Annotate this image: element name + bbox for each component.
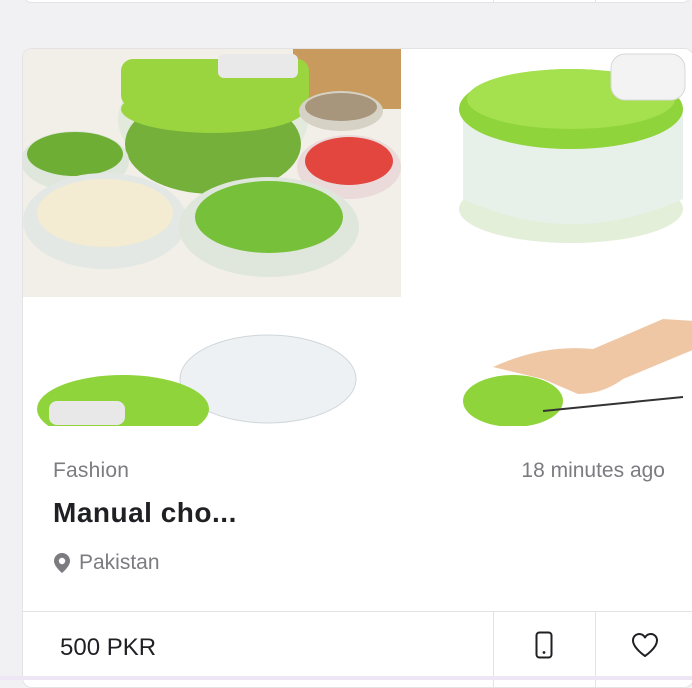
phone-icon (535, 631, 553, 664)
map-pin-icon (53, 552, 71, 574)
listing-title[interactable]: Manual cho... (53, 497, 237, 529)
listing-card[interactable]: Fashion 18 minutes ago Manual cho... Pak… (22, 48, 692, 688)
divider (493, 0, 494, 2)
heart-icon (631, 632, 659, 663)
location: Pakistan (53, 551, 160, 575)
favorite-button[interactable] (595, 612, 692, 682)
bottom-bar (0, 676, 692, 680)
posted-time: 18 minutes ago (521, 459, 665, 482)
price: 500 PKR (60, 634, 157, 661)
category-label: Fashion (53, 459, 130, 482)
divider (595, 0, 596, 2)
call-button[interactable] (493, 612, 595, 682)
location-text: Pakistan (79, 551, 160, 574)
product-image[interactable] (23, 49, 692, 426)
product-photo-collage (23, 49, 692, 426)
previous-card-footer (22, 0, 692, 3)
